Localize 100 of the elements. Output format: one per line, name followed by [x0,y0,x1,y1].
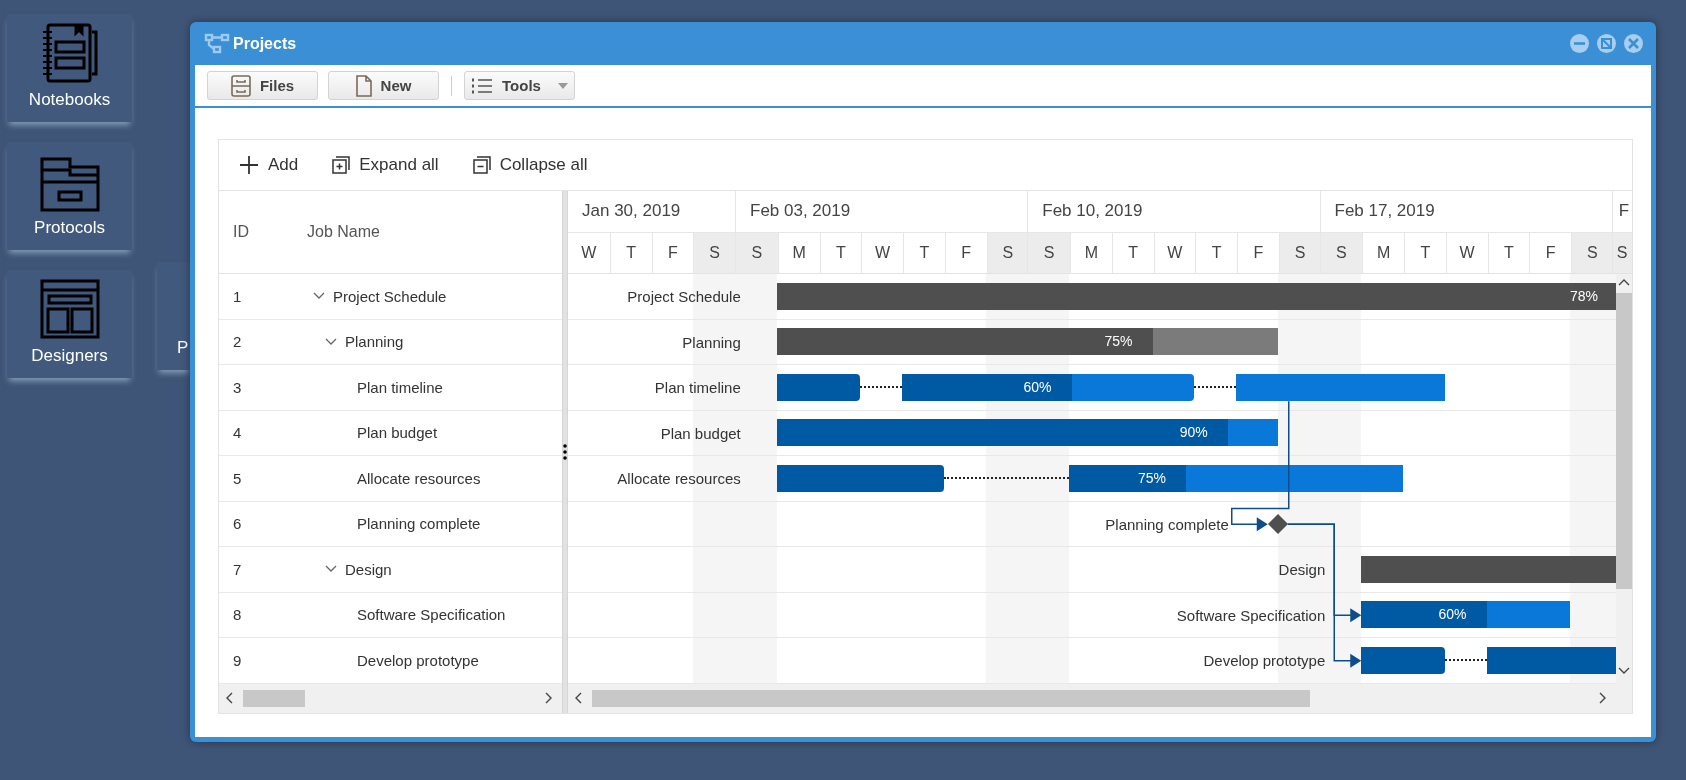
job-name-cell: Design [345,560,392,578]
task-bar[interactable] [902,373,1195,401]
day-header: M [1070,232,1112,273]
plus-icon [239,155,259,175]
scroll-left-icon[interactable] [225,692,235,705]
chart-task-label: Plan budget [660,423,741,444]
progress-label: 75% [1137,468,1166,488]
scroll-right-icon[interactable] [1598,692,1608,705]
job-name-cell: Software Specification [357,606,506,624]
day-header: T [1404,232,1446,273]
minimize-icon [1574,42,1585,45]
tile-label: Notebooks [28,90,111,110]
id-cell-text: 1 [232,287,243,305]
page-layout-icon [38,278,101,340]
day-header: W [1445,232,1488,273]
chart-task-label: Project Schedule [627,287,741,307]
summary-bar[interactable] [776,328,1278,356]
scrollbar-thumb[interactable] [1616,293,1632,589]
column-header[interactable]: ID [219,223,307,241]
desktop-tile[interactable]: P [157,262,190,370]
chart-task-label: Planning complete [1105,514,1229,535]
progress-label: 90% [1179,423,1208,443]
scrollbar-thumb[interactable] [592,689,1310,707]
scrollbar-thumb[interactable] [243,689,305,707]
day-header: S [736,232,778,273]
id-cell-text: 3 [232,378,243,396]
day-header: S [1278,232,1321,273]
toolbar-button[interactable]: Files [207,71,318,100]
collapse-all-icon [472,156,491,174]
task-bar[interactable] [1236,373,1445,401]
scroll-left-icon[interactable] [574,692,584,705]
chart-task-label: Develop prototype [1203,651,1326,671]
folder-cabinet-icon [38,156,101,212]
job-name-cell: Project Schedule [333,287,447,305]
week-header: Feb 17, 2019 [1320,191,1612,233]
job-name-cell: Plan budget [357,424,438,442]
toolbar-button[interactable]: Collapse all [470,151,590,179]
chevron-down-icon[interactable] [313,292,325,301]
document-icon [355,74,372,97]
scroll-up-icon[interactable] [1618,278,1630,287]
day-header: T [609,232,652,273]
chart-task-label: Software Specification [1176,605,1326,626]
id-cell-text: 6 [232,515,243,533]
progress-label: 78% [1569,286,1598,306]
window-title: Projects [233,34,297,53]
week-header: Feb 03, 2019 [736,191,1028,233]
day-header: T [1195,232,1237,273]
scroll-down-icon[interactable] [1618,665,1630,675]
task-bar[interactable] [1069,464,1403,492]
toolbar-button[interactable]: New [328,71,439,100]
job-name-cell: Planning complete [357,515,481,533]
id-cell-text: 8 [232,606,243,624]
milestone-marker[interactable] [1267,513,1288,534]
toolbar-button[interactable]: Tools [464,71,575,100]
job-name-cell: Allocate resources [357,469,481,487]
id-cell-text: 5 [232,469,243,487]
progress-label: 75% [1104,332,1133,352]
job-name-cell: Develop prototype [357,651,479,669]
toolbar-button[interactable]: Expand all [330,151,441,179]
task-bar[interactable] [776,464,944,492]
id-cell-text: 9 [232,651,243,669]
id-cell-text: 7 [232,560,243,578]
week-header: Jan 30, 2019 [568,191,735,233]
desktop-tile[interactable]: Notebooks [7,14,132,122]
chevron-down-icon[interactable] [325,565,337,574]
id-cell-text: 2 [232,333,243,351]
day-header: T [1111,232,1154,273]
day-header: S [986,232,1029,273]
column-header[interactable]: Job Name [307,223,380,241]
chevron-down-icon[interactable] [325,337,337,346]
day-header: S [1612,232,1632,273]
day-header: W [861,232,903,273]
week-header: Feb 10, 2019 [1028,191,1320,233]
progress-label: 60% [1438,605,1467,625]
day-header: F [944,232,987,273]
day-header: W [580,242,598,263]
toolbar-button[interactable]: Add [237,151,301,179]
desktop-tile[interactable]: Designers [7,270,132,378]
day-header: M [777,232,820,273]
day-header: S [1028,232,1070,273]
list-icon [471,77,494,94]
drawers-icon [230,74,251,97]
tile-label: P [177,338,189,358]
day-header: S [1571,232,1613,273]
scroll-right-icon[interactable] [544,692,554,705]
day-header: W [1153,232,1196,273]
chart-task-label: Design [1278,560,1326,580]
restore-icon [1601,38,1612,49]
task-bar[interactable] [1361,601,1570,629]
chart-task-label: Planning [682,332,741,353]
day-header: T [1487,232,1530,273]
splitter-handle-icon[interactable] [563,444,567,460]
expand-all-icon [332,156,351,174]
day-header: F [1237,232,1279,273]
task-bar[interactable] [1361,646,1445,674]
task-bar[interactable] [776,373,861,401]
close-icon [1628,38,1639,49]
tile-label: Designers [31,346,108,366]
desktop-tile[interactable]: Protocols [7,142,132,250]
tile-label: Protocols [34,218,105,238]
